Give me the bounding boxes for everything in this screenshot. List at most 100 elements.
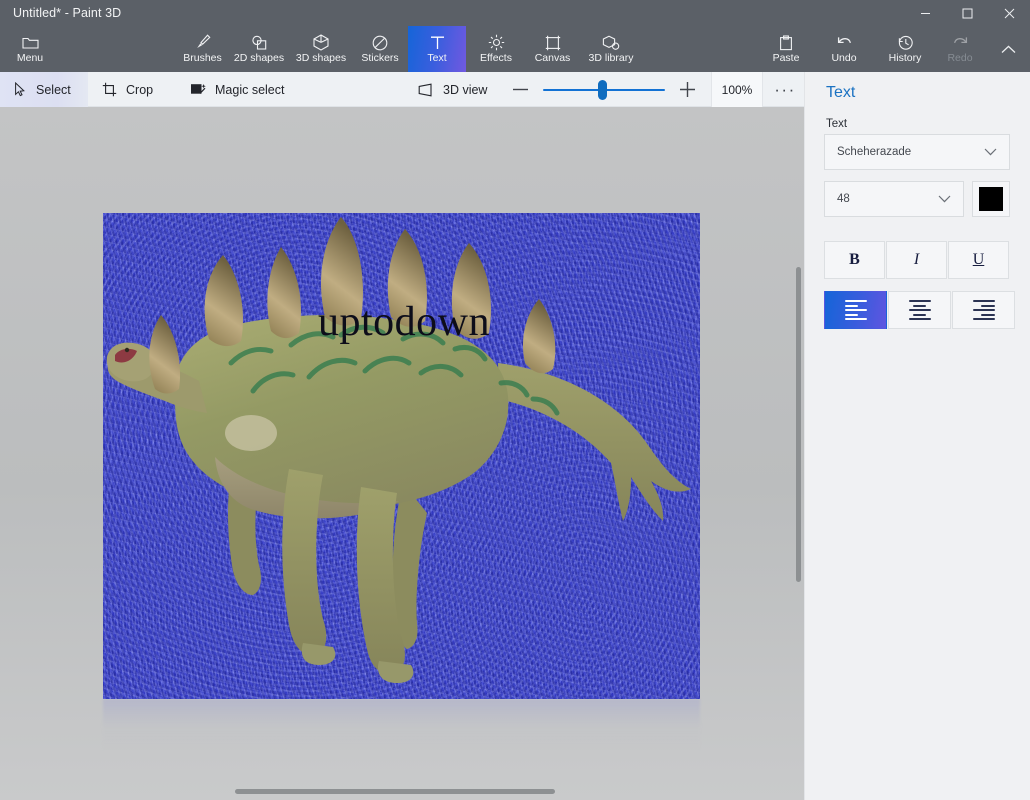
tool-options-bar: Select Crop Magic select 3D view 100% ··… — [0, 72, 804, 107]
cursor-icon — [14, 82, 27, 97]
magic-select-tool-label: Magic select — [215, 83, 284, 97]
title-bar: Untitled* - Paint 3D — [0, 0, 1030, 26]
align-left-icon — [845, 300, 867, 320]
ribbon-item-stickers[interactable]: Stickers — [352, 26, 408, 72]
brush-icon — [195, 34, 211, 51]
close-icon — [1004, 8, 1015, 19]
bold-icon: B — [849, 251, 860, 269]
canvas-image[interactable]: uptodown — [103, 213, 700, 699]
vertical-scrollbar[interactable] — [793, 107, 804, 800]
ribbon-label-menu: Menu — [17, 53, 43, 64]
3d-library-icon — [602, 34, 620, 51]
format-button-group: B I U — [824, 241, 1009, 279]
bold-button[interactable]: B — [824, 241, 885, 279]
3d-view-icon — [418, 83, 434, 97]
canvas-stage[interactable]: uptodown — [0, 107, 804, 800]
ribbon-item-3d-library[interactable]: 3D library — [579, 26, 643, 72]
close-button[interactable] — [988, 0, 1030, 26]
ribbon-item-effects[interactable]: Effects — [466, 26, 526, 72]
effects-icon — [488, 34, 505, 51]
ribbon-item-brushes[interactable]: Brushes — [177, 26, 228, 72]
3d-shapes-icon — [313, 34, 329, 51]
italic-icon: I — [914, 251, 919, 269]
align-center-icon — [909, 300, 931, 320]
chevron-down-icon — [938, 195, 951, 203]
font-size-select[interactable]: 48 — [824, 181, 964, 217]
plus-icon — [680, 82, 695, 97]
crop-icon — [102, 82, 117, 97]
ribbon-item-text[interactable]: Text — [408, 26, 466, 72]
chevron-down-icon — [984, 148, 997, 156]
dino-eye — [125, 348, 129, 352]
underline-button[interactable]: U — [948, 241, 1009, 279]
ribbon-label-2d-shapes: 2D shapes — [234, 53, 284, 64]
font-size-value: 48 — [837, 193, 850, 205]
ribbon-collapse-button[interactable] — [988, 26, 1028, 72]
ribbon-item-3d-shapes[interactable]: 3D shapes — [290, 26, 352, 72]
ribbon-label-3d-library: 3D library — [589, 53, 634, 64]
select-tool-label: Select — [36, 83, 71, 97]
zoom-percentage[interactable]: 100% — [711, 72, 763, 107]
select-tool-button[interactable]: Select — [0, 72, 88, 107]
underline-icon: U — [973, 251, 985, 269]
align-center-button[interactable] — [888, 291, 951, 329]
horizontal-scrollbar[interactable] — [0, 784, 793, 800]
2d-shapes-icon — [250, 34, 269, 51]
ribbon-label-paste: Paste — [773, 53, 800, 64]
align-button-group — [824, 291, 1015, 329]
3d-view-button[interactable]: 3D view — [404, 72, 504, 107]
ribbon-item-paste[interactable]: Paste — [762, 26, 810, 72]
folder-icon — [22, 34, 39, 51]
ribbon-item-undo[interactable]: Undo — [820, 26, 868, 72]
ribbon-item-redo[interactable]: Redo — [936, 26, 984, 72]
crop-tool-label: Crop — [126, 83, 153, 97]
minimize-button[interactable] — [904, 0, 946, 26]
italic-button[interactable]: I — [886, 241, 947, 279]
canvas-text-overlay[interactable]: uptodown — [318, 301, 490, 343]
zoom-slider-thumb[interactable] — [598, 80, 607, 100]
undo-icon — [836, 34, 853, 51]
dino-tail — [498, 363, 691, 521]
align-left-button[interactable] — [824, 291, 887, 329]
crop-tool-button[interactable]: Crop — [88, 72, 168, 107]
ribbon-label-text: Text — [427, 53, 446, 64]
ribbon-label-canvas: Canvas — [535, 53, 571, 64]
font-family-select[interactable]: Scheherazade — [824, 134, 1010, 170]
ellipsis-icon: ··· — [774, 80, 795, 100]
horizontal-scrollbar-thumb[interactable] — [235, 789, 555, 794]
panel-section-label: Text — [826, 118, 847, 130]
redo-icon — [952, 34, 969, 51]
sticker-icon — [372, 34, 388, 51]
zoom-slider[interactable] — [543, 72, 665, 107]
magic-select-icon — [190, 82, 206, 97]
vertical-scrollbar-thumb[interactable] — [796, 267, 801, 582]
text-color-button[interactable] — [972, 181, 1010, 217]
ribbon-item-canvas[interactable]: Canvas — [526, 26, 579, 72]
ribbon-toolbar: Menu Brushes 2D shapes 3D shapes Sticker — [0, 26, 1030, 72]
canvas-reflection — [103, 699, 700, 751]
window-title: Untitled* - Paint 3D — [0, 6, 121, 20]
ribbon-item-history[interactable]: History — [874, 26, 936, 72]
text-icon — [430, 34, 445, 51]
zoom-out-button[interactable] — [505, 72, 535, 107]
ribbon-label-3d-shapes: 3D shapes — [296, 53, 346, 64]
dino-foot-front — [302, 643, 336, 665]
magic-select-tool-button[interactable]: Magic select — [176, 72, 306, 107]
canvas-artboard[interactable]: uptodown — [103, 213, 700, 699]
paste-icon — [779, 34, 793, 51]
maximize-button[interactable] — [946, 0, 988, 26]
ribbon-label-effects: Effects — [480, 53, 512, 64]
font-family-value: Scheherazade — [837, 146, 911, 158]
ribbon-item-2d-shapes[interactable]: 2D shapes — [228, 26, 290, 72]
more-options-button[interactable]: ··· — [770, 72, 800, 107]
window-controls — [904, 0, 1030, 26]
ribbon-label-undo: Undo — [831, 53, 856, 64]
maximize-icon — [962, 8, 973, 19]
zoom-in-button[interactable] — [672, 72, 702, 107]
align-right-button[interactable] — [952, 291, 1015, 329]
ribbon-item-menu[interactable]: Menu — [8, 26, 52, 72]
ribbon-label-stickers: Stickers — [361, 53, 398, 64]
ribbon-label-brushes: Brushes — [183, 53, 222, 64]
panel-title: Text — [826, 84, 855, 102]
minus-icon — [513, 88, 528, 91]
